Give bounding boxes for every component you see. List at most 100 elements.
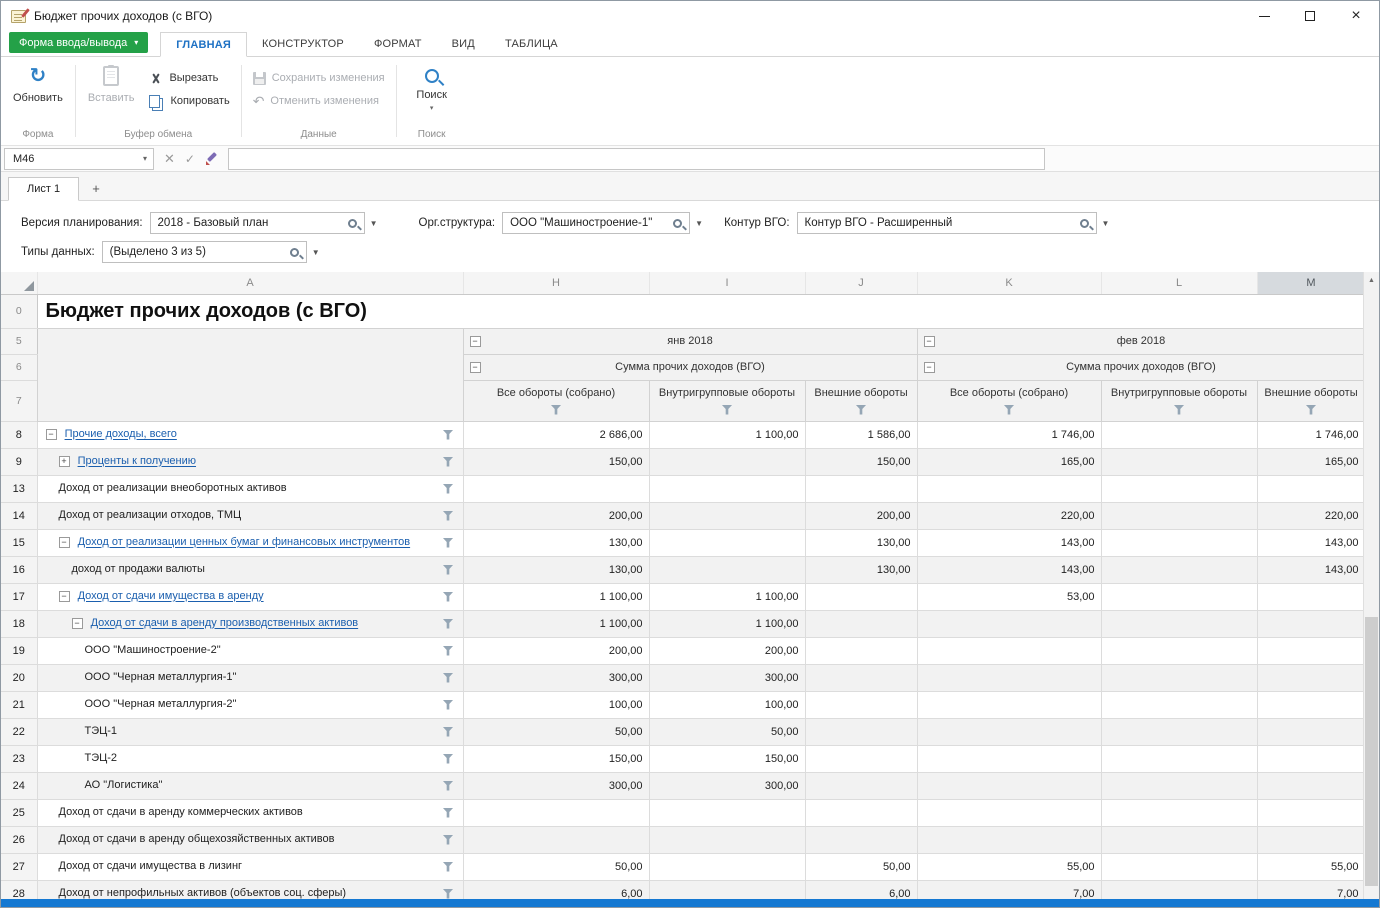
value-cell[interactable]: 165,00 [1257,448,1365,475]
value-cell[interactable]: 130,00 [805,556,917,583]
value-cell[interactable]: 200,00 [463,637,649,664]
value-cell[interactable]: 1 746,00 [917,421,1101,448]
row-filter-icon[interactable] [443,835,454,845]
row-label[interactable]: ООО "Черная металлургия-1" [85,672,237,684]
cell-name-box[interactable]: M46 ▾ [4,148,154,170]
row-label-cell[interactable]: Доход от непрофильных активов (объектов … [37,880,463,899]
version-filter-combo[interactable]: 2018 - Базовый план [150,212,365,234]
filter-icon[interactable] [1004,405,1015,415]
row-filter-icon[interactable] [443,430,454,440]
row-filter-icon[interactable] [443,862,454,872]
value-cell[interactable]: 143,00 [917,529,1101,556]
refresh-button[interactable]: ↻ Обновить [7,59,69,123]
value-cell[interactable] [1101,610,1257,637]
value-cell[interactable] [1257,664,1365,691]
column-header-j[interactable]: J [805,272,917,294]
value-cell[interactable] [917,718,1101,745]
column-header-k[interactable]: K [917,272,1101,294]
value-cell[interactable]: 220,00 [1257,502,1365,529]
value-cell[interactable]: 7,00 [1257,880,1365,899]
value-cell[interactable] [649,502,805,529]
value-cell[interactable] [1101,421,1257,448]
expand-toggle[interactable]: − [72,618,83,629]
value-cell[interactable] [805,799,917,826]
value-column-header[interactable]: Внутригрупповые обороты [649,380,805,421]
value-cell[interactable]: 1 746,00 [1257,421,1365,448]
row-label-cell[interactable]: Доход от сдачи в аренду общехозяйственны… [37,826,463,853]
row-filter-icon[interactable] [443,754,454,764]
value-cell[interactable]: 6,00 [805,880,917,899]
row-label[interactable]: Доход от непрофильных активов (объектов … [59,888,347,899]
row-number[interactable]: 13 [1,475,37,502]
value-cell[interactable] [917,475,1101,502]
lookup-icon[interactable] [673,219,682,228]
value-cell[interactable]: 50,00 [649,718,805,745]
add-sheet-button[interactable]: + [79,176,113,200]
row-filter-icon[interactable] [443,457,454,467]
row-label-cell[interactable]: ТЭЦ-2 [37,745,463,772]
value-cell[interactable]: 1 100,00 [463,610,649,637]
value-cell[interactable]: 300,00 [463,664,649,691]
value-cell[interactable] [1101,799,1257,826]
row-label[interactable]: ТЭЦ-2 [85,753,118,765]
value-cell[interactable] [917,772,1101,799]
row-label[interactable]: ООО "Черная металлургия-2" [85,699,237,711]
value-cell[interactable]: 300,00 [463,772,649,799]
value-cell[interactable]: 143,00 [1257,529,1365,556]
value-column-header[interactable]: Все обороты (собрано) [463,380,649,421]
value-cell[interactable] [649,853,805,880]
value-cell[interactable]: 143,00 [917,556,1101,583]
row-filter-icon[interactable] [443,484,454,494]
value-cell[interactable] [1101,772,1257,799]
value-cell[interactable]: 150,00 [649,745,805,772]
value-cell[interactable]: 55,00 [1257,853,1365,880]
month-header-jan[interactable]: − янв 2018 [463,328,917,354]
row-label-cell[interactable]: − Доход от сдачи имущества в аренду [37,583,463,610]
minimize-button[interactable] [1241,1,1287,31]
row-label-cell[interactable]: доход от продажи валюты [37,556,463,583]
row-label-cell[interactable]: ООО "Черная металлургия-1" [37,664,463,691]
value-cell[interactable]: 7,00 [917,880,1101,899]
value-cell[interactable] [463,799,649,826]
row-label[interactable]: ТЭЦ-1 [85,726,118,738]
value-cell[interactable] [1101,556,1257,583]
value-cell[interactable] [805,691,917,718]
row-number[interactable]: 22 [1,718,37,745]
row-label-cell[interactable]: − Доход от реализации ценных бумаг и фин… [37,529,463,556]
row-label[interactable]: ООО "Машиностроение-2" [85,645,221,657]
value-cell[interactable] [1257,718,1365,745]
value-column-header[interactable]: Все обороты (собрано) [917,380,1101,421]
value-cell[interactable]: 130,00 [805,529,917,556]
row-filter-icon[interactable] [443,646,454,656]
row-label[interactable]: Прочие доходы, всего [65,429,177,441]
org-filter-dropdown[interactable]: ▼ [690,212,708,234]
copy-button[interactable]: Копировать [144,90,234,112]
value-cell[interactable]: 200,00 [463,502,649,529]
value-cell[interactable] [1257,826,1365,853]
value-cell[interactable]: 100,00 [649,691,805,718]
row-number[interactable]: 27 [1,853,37,880]
row-number[interactable]: 16 [1,556,37,583]
row-number[interactable]: 6 [1,354,37,380]
column-header-i[interactable]: I [649,272,805,294]
cut-button[interactable]: Вырезать [144,67,234,89]
row-label-cell[interactable]: ООО "Черная металлургия-2" [37,691,463,718]
value-cell[interactable]: 55,00 [917,853,1101,880]
value-cell[interactable]: 220,00 [917,502,1101,529]
column-header-l[interactable]: L [1101,272,1257,294]
value-cell[interactable] [1257,610,1365,637]
row-filter-icon[interactable] [443,565,454,575]
value-cell[interactable] [917,826,1101,853]
expand-toggle[interactable]: − [59,591,70,602]
value-cell[interactable]: 1 586,00 [805,421,917,448]
row-number[interactable]: 9 [1,448,37,475]
row-label-cell[interactable]: − Доход от сдачи в аренду производственн… [37,610,463,637]
value-cell[interactable]: 50,00 [463,853,649,880]
measure-header-feb[interactable]: − Сумма прочих доходов (ВГО) [917,354,1365,380]
row-label-cell[interactable]: Доход от реализации отходов, ТМЦ [37,502,463,529]
row-number[interactable]: 20 [1,664,37,691]
value-cell[interactable] [1101,826,1257,853]
filter-icon[interactable] [1306,405,1317,415]
value-cell[interactable] [1101,583,1257,610]
row-number[interactable]: 21 [1,691,37,718]
